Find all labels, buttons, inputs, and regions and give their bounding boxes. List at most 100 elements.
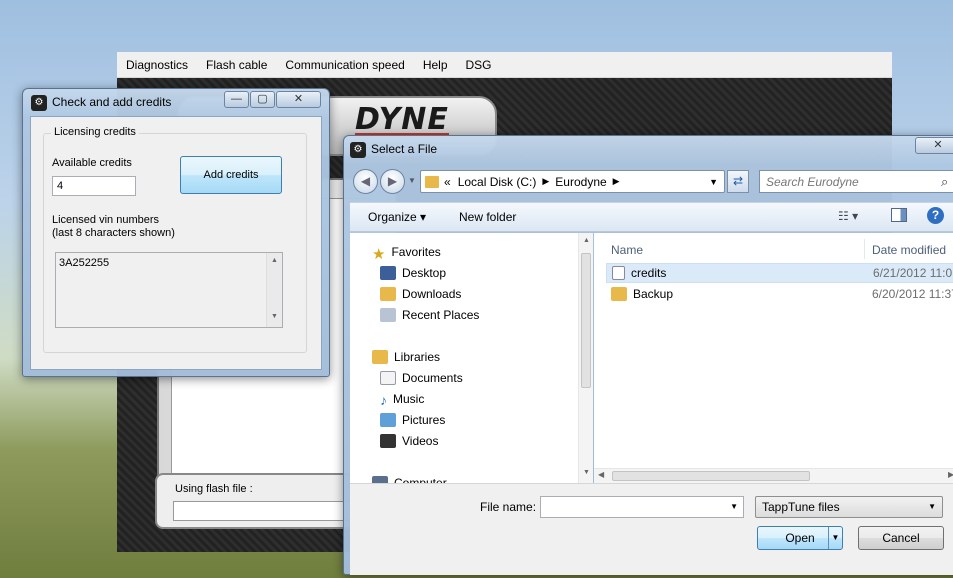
vin-list-scrollbar[interactable]: ▲ ▼ [266,253,282,327]
credits-dialog: ⚙ Check and add credits — ▢ ✕ Licensing … [22,88,330,377]
menu-flash-cable[interactable]: Flash cable [206,58,267,72]
scroll-left-icon[interactable]: ◀ [598,470,604,479]
credits-client-area: Licensing credits Available credits 4 Ad… [30,116,322,370]
downloads-folder-icon [380,287,396,301]
breadcrumb-arrow-icon[interactable]: ▶ [613,176,620,187]
breadcrumb-local-disk[interactable]: Local Disk (C:) [458,175,537,189]
nav-videos-label: Videos [402,434,439,448]
nav-pictures[interactable]: Pictures [380,413,445,427]
vin-list-item[interactable]: 3A252255 [59,257,279,269]
flash-file-field[interactable] [173,501,353,521]
breadcrumb-arrow-icon[interactable]: ▶ [542,176,549,187]
file-icon [612,266,625,280]
file-date: 6/21/2012 11:01 [873,266,953,280]
app-icon: ⚙ [31,95,47,111]
search-input[interactable]: Search Eurodyne [759,170,953,193]
menu-diagnostics[interactable]: Diagnostics [126,58,188,72]
file-dialog-footer: File name: ▼ TappTune files ▼ Open ▼ Can… [350,483,953,575]
help-icon[interactable]: ? [927,207,944,224]
available-credits-field[interactable]: 4 [52,176,136,196]
file-type-dropdown-icon[interactable]: ▼ [928,502,936,511]
address-bar[interactable]: « Local Disk (C:) ▶ Eurodyne ▶ ▼ [420,170,725,193]
address-dropdown-icon[interactable]: ▼ [709,177,718,187]
nav-pictures-label: Pictures [402,413,446,427]
file-name: credits [631,266,667,280]
menu-dsg[interactable]: DSG [466,58,492,72]
navigation-pane: ★ Favorites Desktop Downloads Recent Pla… [350,233,593,490]
nav-libraries-label: Libraries [394,350,441,364]
file-row-credits[interactable]: credits 6/21/2012 11:01 [606,263,953,283]
column-name[interactable]: Name [611,243,643,257]
file-name: Backup [633,287,674,301]
nav-desktop-label: Desktop [402,266,447,280]
close-button[interactable]: ✕ [915,137,953,154]
open-dropdown-icon[interactable]: ▼ [828,527,842,549]
scroll-up-icon[interactable]: ▲ [583,237,590,244]
refresh-icon[interactable]: ⇄ [727,170,749,193]
credits-dialog-title: Check and add credits [52,95,172,109]
scrollbar-thumb[interactable] [581,253,591,388]
file-name-input[interactable]: ▼ [540,496,744,518]
file-name-dropdown-icon[interactable]: ▼ [730,502,738,511]
menu-communication-speed[interactable]: Communication speed [285,58,404,72]
menu-help[interactable]: Help [423,58,448,72]
videos-icon [380,434,396,448]
scroll-down-icon[interactable]: ▼ [583,469,590,476]
search-icon[interactable]: ⌕ [941,174,948,190]
nav-favorites[interactable]: ★ Favorites [372,245,441,263]
nav-videos[interactable]: Videos [380,434,438,448]
nav-documents-label: Documents [402,371,463,385]
file-name-label: File name: [480,500,537,514]
breadcrumb-eurodyne[interactable]: Eurodyne [555,175,606,189]
address-overflow[interactable]: « [444,175,451,189]
file-row-backup[interactable]: Backup 6/20/2012 11:37 [606,284,953,304]
change-view-icon[interactable]: ☷ ▾ [838,209,858,223]
file-type-select[interactable]: TappTune files ▼ [755,496,943,518]
music-icon: ♪ [380,392,387,408]
nav-downloads-label: Downloads [402,287,462,301]
nav-recent-places[interactable]: Recent Places [380,308,479,322]
back-icon[interactable]: ◀ [353,169,378,194]
vin-list[interactable]: 3A252255 ▲ ▼ [55,252,283,328]
nav-downloads[interactable]: Downloads [380,287,461,301]
nav-documents[interactable]: Documents [380,371,463,385]
preview-pane-icon[interactable] [891,208,907,222]
star-icon: ★ [372,246,386,263]
forward-icon[interactable]: ▶ [380,169,405,194]
file-type-value: TappTune files [762,500,840,514]
file-date: 6/20/2012 11:37 [872,287,953,301]
scroll-down-icon[interactable]: ▼ [271,313,278,320]
cancel-button[interactable]: Cancel [858,526,944,550]
folder-icon [425,175,439,188]
folder-icon [611,287,627,301]
column-date-modified[interactable]: Date modified [872,243,946,257]
scroll-right-icon[interactable]: ▶ [948,470,953,479]
nav-recent-places-label: Recent Places [402,308,480,322]
vin-label-line1: Licensed vin numbers [52,214,160,226]
add-credits-button[interactable]: Add credits [180,156,282,194]
organize-button[interactable]: Organize ▾ [368,210,426,224]
nav-libraries[interactable]: Libraries [372,350,440,364]
navigation-scrollbar[interactable]: ▲ ▼ [578,233,593,483]
pictures-icon [380,413,396,427]
file-dialog-toolbar: Organize ▾ New folder ☷ ▾ ? [350,202,953,232]
recent-places-icon [380,308,396,322]
flash-file-label: Using flash file : [175,483,253,495]
nav-desktop[interactable]: Desktop [380,266,446,280]
scroll-up-icon[interactable]: ▲ [271,257,278,264]
open-button[interactable]: Open ▼ [757,526,843,550]
close-button[interactable]: ✕ [276,91,321,108]
nav-music[interactable]: ♪ Music [380,392,425,408]
minimize-button[interactable]: — [224,91,249,108]
app-icon: ⚙ [350,142,366,158]
maximize-button[interactable]: ▢ [250,91,275,108]
nav-music-label: Music [393,392,425,406]
recent-locations-icon[interactable]: ▼ [408,176,416,185]
new-folder-button[interactable]: New folder [459,210,516,224]
nav-favorites-label: Favorites [391,245,441,259]
desktop-icon [380,266,396,280]
scrollbar-thumb[interactable] [612,471,810,481]
file-list-hscrollbar[interactable]: ◀ ▶ [594,468,953,483]
file-list-pane: Name Date modified credits 6/21/2012 11:… [594,233,953,483]
select-file-dialog: ⚙ Select a File ✕ ◀ ▶ ▼ « Local Disk (C:… [343,135,953,575]
